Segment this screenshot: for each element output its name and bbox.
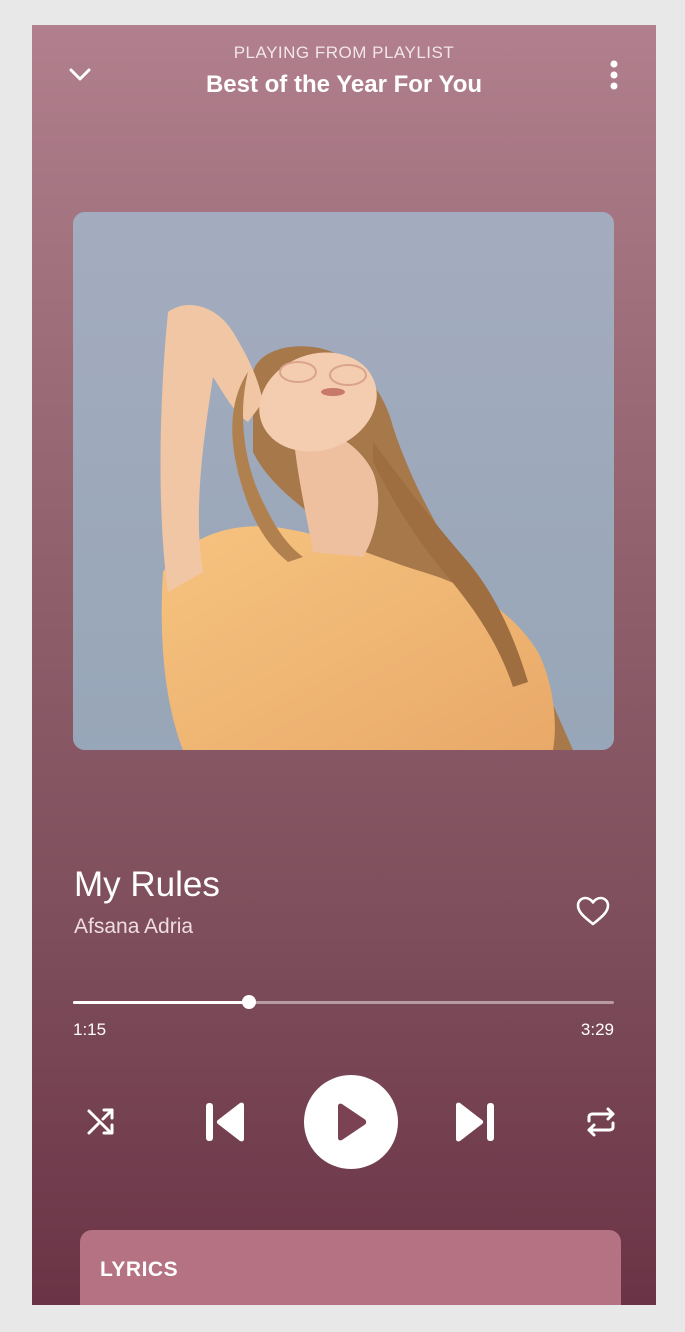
artist-name[interactable]: Afsana Adria bbox=[74, 915, 193, 939]
progress-fill bbox=[73, 1001, 249, 1004]
skip-next-icon bbox=[456, 1102, 494, 1142]
more-options-button[interactable] bbox=[604, 55, 624, 95]
skip-previous-icon bbox=[206, 1102, 244, 1142]
song-title: My Rules bbox=[74, 865, 220, 904]
playlist-title[interactable]: Best of the Year For You bbox=[32, 71, 656, 99]
album-artwork-image bbox=[73, 212, 614, 750]
play-button[interactable] bbox=[304, 1075, 398, 1169]
player-header: PLAYING FROM PLAYLIST Best of the Year F… bbox=[32, 25, 656, 135]
repeat-icon bbox=[587, 1107, 615, 1137]
playing-from-label: PLAYING FROM PLAYLIST bbox=[233, 43, 455, 62]
lyrics-card[interactable]: LYRICS bbox=[80, 1230, 621, 1305]
progress-thumb[interactable] bbox=[241, 995, 256, 1009]
heart-icon bbox=[576, 896, 610, 926]
progress-bar[interactable] bbox=[73, 995, 614, 1009]
more-vertical-icon bbox=[610, 60, 618, 90]
total-duration: 3:29 bbox=[580, 1020, 614, 1039]
repeat-button[interactable] bbox=[580, 1101, 622, 1143]
play-icon bbox=[338, 1103, 367, 1141]
album-artwork bbox=[73, 212, 614, 750]
shuffle-icon bbox=[87, 1108, 114, 1135]
now-playing-screen: PLAYING FROM PLAYLIST Best of the Year F… bbox=[32, 25, 656, 1305]
like-button[interactable] bbox=[572, 891, 614, 931]
next-track-button[interactable] bbox=[450, 1099, 500, 1145]
lyrics-label: LYRICS bbox=[100, 1258, 179, 1281]
previous-track-button[interactable] bbox=[200, 1099, 250, 1145]
shuffle-button[interactable] bbox=[80, 1101, 122, 1143]
elapsed-time: 1:15 bbox=[73, 1020, 107, 1039]
